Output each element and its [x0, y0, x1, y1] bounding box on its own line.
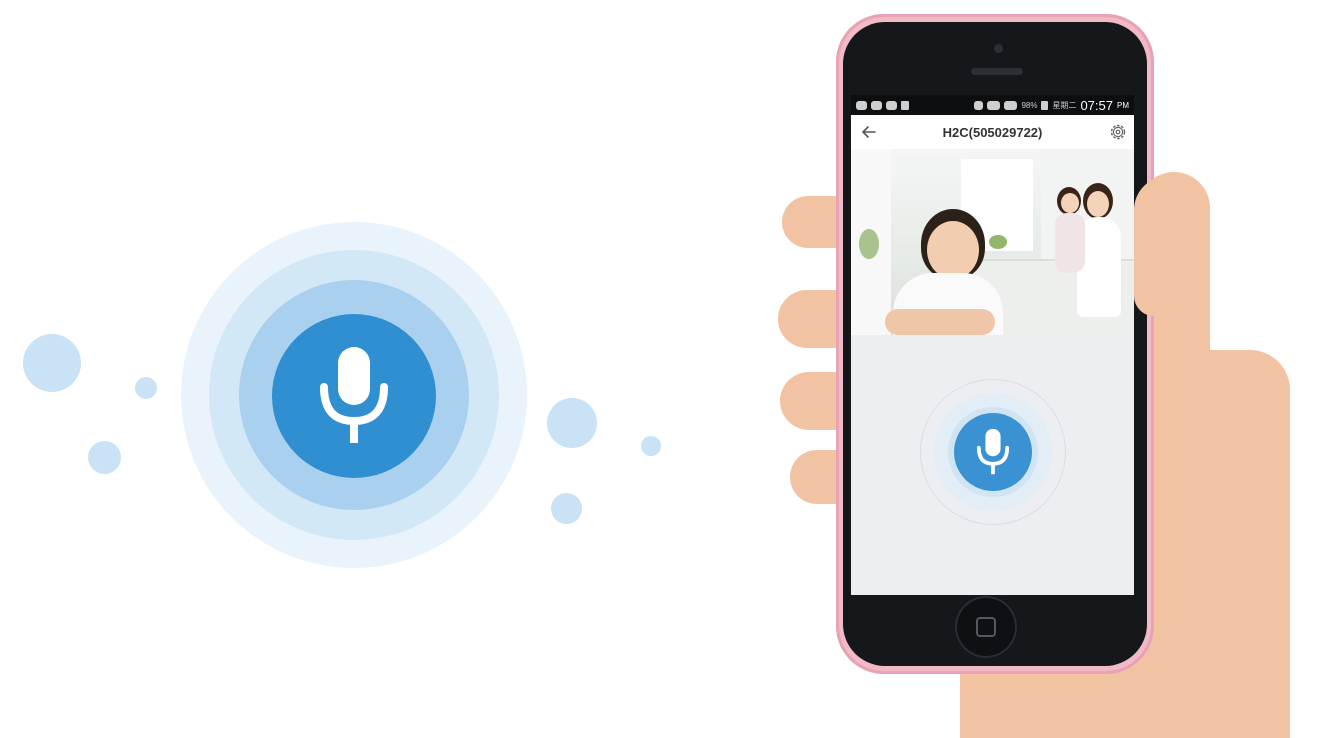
microphone-icon [976, 428, 1010, 475]
clock-time: 07:57 [1080, 97, 1113, 113]
earpiece-speaker [971, 68, 1023, 75]
decor-dot [547, 398, 597, 448]
decor-dot [641, 436, 661, 456]
app-bar: H2C(505029722) [851, 115, 1134, 150]
wifi-icon [974, 100, 984, 110]
decor-dot [23, 334, 81, 392]
home-button-icon[interactable] [955, 596, 1017, 658]
gear-icon[interactable] [1108, 122, 1128, 142]
camera-live-view[interactable] [851, 149, 1134, 335]
signal-icon [1004, 100, 1018, 110]
chat-notification-icon [871, 100, 882, 110]
thumb [1134, 176, 1204, 316]
weekday: 星期二 [1052, 100, 1077, 110]
microphone-icon [272, 314, 436, 478]
talk-button[interactable] [954, 413, 1032, 491]
decor-dot [551, 493, 582, 524]
chat-notification-icon [886, 100, 897, 110]
app-screen: 98% 星期二 07:57 PM H2C(505029722) [851, 95, 1134, 595]
device-title: H2C(505029722) [942, 124, 1043, 140]
download-notification-icon [901, 100, 909, 110]
arrow-left-icon[interactable] [859, 122, 879, 142]
battery-icon [1041, 100, 1049, 110]
chat-notification-icon [856, 100, 867, 110]
clock-ampm: PM [1117, 100, 1129, 110]
signal-icon [987, 100, 1001, 110]
decor-dot [88, 441, 121, 474]
decor-dot [135, 377, 157, 399]
battery-percent: 98% [1021, 100, 1038, 110]
status-bar: 98% 星期二 07:57 PM [851, 95, 1134, 115]
front-camera [994, 44, 1003, 53]
talk-panel [851, 335, 1134, 595]
